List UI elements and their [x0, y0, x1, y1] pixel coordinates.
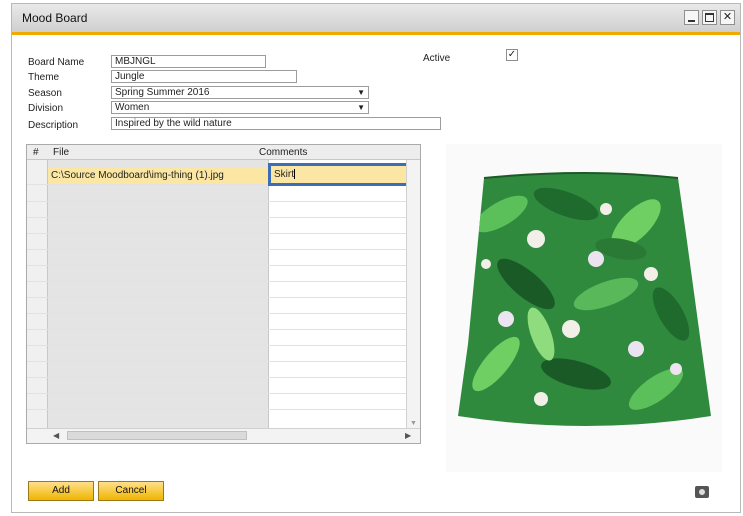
season-select[interactable]: Spring Summer 2016 ▼: [111, 86, 369, 99]
comment-value: Skirt: [274, 169, 294, 180]
row-divider: [27, 393, 409, 394]
row-divider: [27, 409, 409, 410]
comment-cell[interactable]: Skirt: [268, 163, 420, 186]
horizontal-scrollbar[interactable]: ◀ ▶: [27, 428, 420, 443]
row-divider: [27, 217, 409, 218]
column-comments-header[interactable]: Comments: [259, 147, 307, 158]
active-label: Active: [423, 53, 451, 64]
grid-header: # File Comments: [27, 145, 420, 160]
row-divider: [27, 345, 409, 346]
row-divider: [27, 297, 409, 298]
board-name-field[interactable]: MBJNGL: [111, 55, 266, 68]
active-checkbox[interactable]: ✓: [506, 49, 518, 61]
vertical-scrollbar[interactable]: ▼: [406, 160, 420, 429]
division-select[interactable]: Women ▼: [111, 101, 369, 114]
row-divider: [27, 313, 409, 314]
window-title: Mood Board: [22, 11, 88, 25]
season-label: Season: [28, 88, 62, 99]
camera-lens: [699, 489, 705, 495]
skirt-image: [458, 172, 711, 426]
theme-field[interactable]: Jungle: [111, 70, 297, 83]
row-divider: [27, 281, 409, 282]
add-button[interactable]: Add: [28, 481, 94, 501]
scroll-thumb[interactable]: [67, 431, 247, 440]
text-cursor: [294, 169, 295, 180]
division-label: Division: [28, 103, 64, 114]
row-divider: [27, 265, 409, 266]
scroll-left-icon[interactable]: ◀: [53, 431, 59, 440]
row-divider: [27, 201, 409, 202]
board-name-label: Board Name: [28, 57, 85, 68]
division-value: Women: [115, 102, 150, 113]
maximize-icon[interactable]: [702, 10, 717, 25]
row-divider: [27, 329, 409, 330]
description-label: Description: [28, 120, 79, 131]
column-number-header[interactable]: #: [33, 147, 39, 158]
camera-icon[interactable]: [695, 486, 709, 498]
row-divider: [27, 361, 409, 362]
chevron-down-icon[interactable]: ▼: [357, 87, 365, 98]
row-divider: [27, 249, 409, 250]
scroll-right-icon[interactable]: ▶: [405, 431, 411, 440]
file-grid: # File Comments C:\Source Moodboard\img-…: [26, 144, 421, 444]
theme-label: Theme: [28, 72, 60, 83]
column-file-header[interactable]: File: [53, 147, 69, 158]
image-preview: [446, 144, 722, 472]
title-bar: Mood Board ✕: [12, 4, 740, 35]
row-divider: [27, 377, 409, 378]
mood-board-window: Mood Board ✕ Board Name MBJNGL Theme Jun…: [11, 3, 741, 513]
chevron-down-icon[interactable]: ▼: [357, 102, 365, 113]
cancel-button[interactable]: Cancel: [98, 481, 164, 501]
season-value: Spring Summer 2016: [115, 87, 210, 98]
description-field[interactable]: Inspired by the wild nature: [111, 117, 441, 130]
scroll-down-icon[interactable]: ▼: [410, 420, 417, 427]
row-divider: [27, 233, 409, 234]
file-cell[interactable]: C:\Source Moodboard\img-thing (1).jpg: [48, 168, 268, 184]
minimize-icon[interactable]: [684, 10, 699, 25]
left-edge: [0, 0, 11, 516]
close-icon[interactable]: ✕: [720, 10, 735, 25]
